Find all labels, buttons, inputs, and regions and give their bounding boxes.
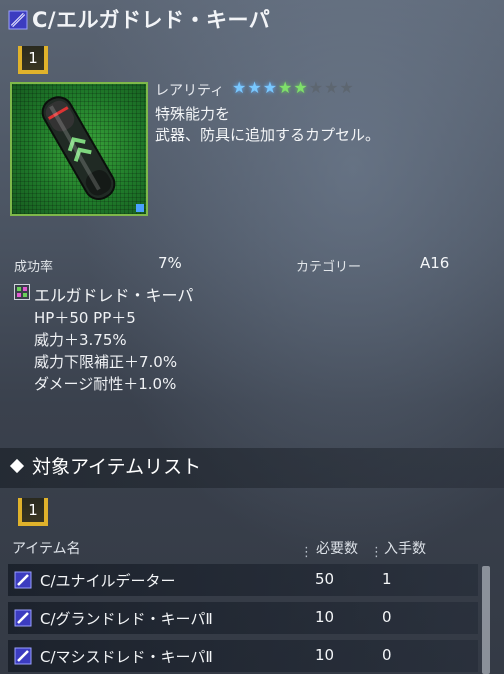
star-icon: ★ — [278, 78, 294, 97]
row-item-name: C/ユナイルデーター — [40, 572, 176, 590]
category-value: A16 — [420, 254, 450, 272]
column-divider: ⋮ — [300, 545, 314, 560]
star-icon: ★ — [262, 78, 279, 97]
row-required: 50 — [315, 570, 335, 588]
item-title: C/エルガドレド・キーパ — [32, 8, 271, 32]
ability-effect: 威力下限補正＋7.0% — [34, 353, 178, 371]
description-line: 武器、防具に追加するカプセル。 — [155, 126, 381, 144]
ability-name: エルガドレド・キーパ — [34, 286, 194, 305]
capsule-icon — [14, 647, 32, 665]
column-item-name: アイテム名 — [12, 541, 81, 557]
ability-icon — [14, 284, 30, 300]
table-row[interactable]: C/グランドレド・キーパⅡ 10 0 — [8, 602, 478, 634]
row-obtained: 0 — [382, 646, 392, 664]
rarity-label: レアリティ — [155, 83, 225, 99]
section-title: 対象アイテムリスト — [32, 456, 202, 478]
row-required: 10 — [315, 646, 335, 664]
star-icon: ★ — [232, 78, 248, 97]
title-bar: C/エルガドレド・キーパ — [0, 0, 504, 40]
star-icon: ★ — [247, 78, 263, 97]
row-obtained: 0 — [382, 608, 392, 626]
table-row[interactable]: C/ユナイルデーター 50 1 — [8, 564, 478, 596]
row-item-name: C/グランドレド・キーパⅡ — [40, 610, 213, 628]
success-rate-value: 7% — [158, 254, 182, 272]
description-line: 特殊能力を — [155, 105, 231, 123]
star-icon: ★ — [293, 78, 309, 97]
ability-effect: ダメージ耐性＋1.0% — [34, 375, 177, 393]
ability-effect: 威力＋3.75% — [34, 331, 127, 349]
capsule-icon — [8, 10, 28, 30]
ability-effect: HP＋50 PP＋5 — [34, 309, 136, 327]
row-required: 10 — [315, 608, 335, 626]
category-label: カテゴリー — [296, 260, 362, 275]
item-description: 特殊能力を 武器、防具に追加するカプセル。 — [155, 104, 380, 146]
star-empty-icon: ★ — [308, 78, 325, 97]
item-image — [10, 82, 148, 216]
list-count-badge: 1 — [18, 498, 48, 526]
column-obtained: 入手数 — [384, 541, 426, 557]
column-divider: ⋮ — [370, 545, 384, 560]
table-row[interactable]: C/マシスドレド・キーパⅡ 10 0 — [8, 640, 478, 672]
column-required: 必要数 — [316, 541, 358, 557]
star-empty-icon: ★ — [324, 78, 340, 97]
rarity-stars: ★★★★★★★★ — [232, 78, 355, 97]
capsule-icon — [14, 609, 32, 627]
capsule-icon — [14, 571, 32, 589]
star-empty-icon: ★ — [339, 78, 355, 97]
row-obtained: 1 — [382, 570, 392, 588]
list-scrollbar[interactable] — [482, 566, 490, 674]
success-rate-label: 成功率 — [14, 260, 54, 275]
row-item-name: C/マシスドレド・キーパⅡ — [40, 648, 213, 666]
count-badge: 1 — [18, 46, 48, 74]
capsule-image — [41, 96, 144, 212]
